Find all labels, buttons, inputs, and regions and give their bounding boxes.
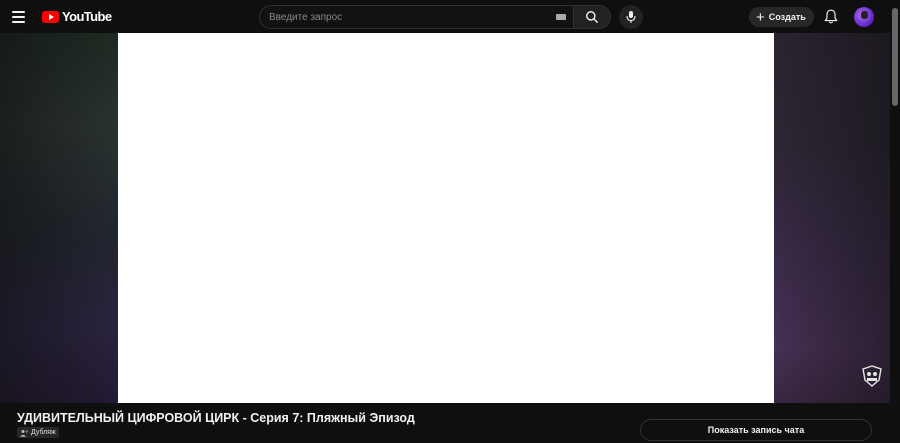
video-info: УДИВИТЕЛЬНЫЙ ЦИФРОВОЙ ЦИРК - Серия 7: Пл… [0, 403, 890, 443]
menu-icon[interactable] [12, 8, 30, 26]
video-title: УДИВИТЕЛЬНЫЙ ЦИФРОВОЙ ЦИРК - Серия 7: Пл… [17, 411, 415, 425]
dubbing-badge: Дубляж [17, 427, 59, 438]
channel-watermark-icon[interactable] [861, 365, 883, 387]
page-scrollbar[interactable] [890, 0, 900, 443]
microphone-icon [626, 11, 636, 23]
dubbing-badge-label: Дубляж [31, 429, 56, 436]
video-player[interactable] [118, 33, 774, 403]
avatar[interactable] [854, 7, 874, 27]
search-icon [586, 11, 598, 23]
search-box [259, 5, 611, 29]
scrollbar-thumb[interactable] [892, 8, 898, 106]
voice-search-button[interactable] [619, 5, 643, 29]
masthead: YouTube + Создать [0, 0, 890, 33]
search-input[interactable] [259, 5, 573, 29]
youtube-logo[interactable]: YouTube [42, 9, 112, 24]
notifications-button[interactable] [822, 8, 839, 25]
player-container [0, 33, 890, 403]
show-chat-replay-button[interactable]: Показать запись чата [640, 419, 872, 441]
create-button-label: Создать [768, 12, 806, 22]
bell-icon [824, 9, 837, 24]
plus-icon: + [756, 8, 765, 26]
ambient-glow-right [774, 33, 890, 403]
logo-text: YouTube [62, 9, 112, 24]
person-icon [20, 429, 28, 437]
search-button[interactable] [573, 5, 611, 29]
youtube-play-icon [42, 10, 59, 23]
ambient-glow-left [0, 33, 118, 403]
keyboard-icon[interactable] [556, 14, 566, 20]
create-button[interactable]: + Создать [749, 7, 814, 27]
